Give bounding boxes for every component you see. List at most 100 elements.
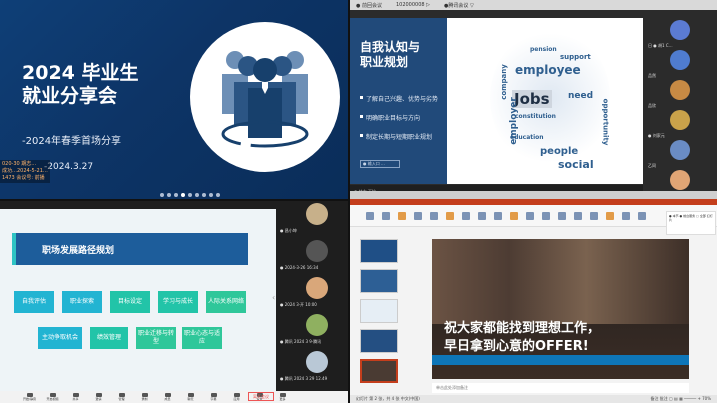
participant-tile[interactable]: ● 腾讯 2024 3 9·腾讯 <box>278 312 348 350</box>
caption-stripe <box>432 355 689 365</box>
control-label: 共享 <box>72 397 79 401</box>
participant-name: ● 2024-3-26 16:34 <box>280 265 319 270</box>
side-panel[interactable]: ● 本节 ● 前台服务 ▢ 全部 幻灯片 <box>666 211 716 235</box>
collapse-chevron-icon[interactable]: ‹ <box>272 293 275 302</box>
ribbon-button[interactable] <box>478 212 486 220</box>
career-step: 人际关系网络 <box>206 291 246 313</box>
avatar <box>306 314 328 336</box>
control-button[interactable]: 管理 <box>110 393 133 401</box>
avatar <box>670 50 690 70</box>
slide-thumbnail[interactable] <box>360 299 398 323</box>
ribbon-button[interactable] <box>366 212 374 220</box>
ribbon-button[interactable] <box>398 212 406 220</box>
slide-thumbnail[interactable] <box>360 239 398 263</box>
slide-left-panel: 自我认知与 职业规划 了解自己兴趣、优势与劣势 明确职业目标与方向 制定长期与短… <box>350 18 447 184</box>
cloud-word: support <box>560 53 591 61</box>
control-button[interactable]: 开始/静音 <box>18 393 41 401</box>
control-button[interactable]: 成员 <box>156 393 179 401</box>
ribbon-button[interactable] <box>590 212 598 220</box>
control-label: 应用 <box>233 397 240 401</box>
ribbon-button[interactable] <box>526 212 534 220</box>
leave-meeting-button[interactable]: 离开会议 <box>248 392 274 401</box>
ribbon-button[interactable] <box>446 212 454 220</box>
participant-tile[interactable]: 品欣 <box>646 78 717 111</box>
participant-gallery: ● 昌小坤 ● 2024-3-26 16:34 ● 2024 3·开 10:00 ● … <box>278 201 348 391</box>
control-button[interactable]: 邀请 <box>87 393 110 401</box>
bullet-item: 制定长期与短期职业规划 <box>360 132 438 141</box>
control-button[interactable]: 共享 <box>64 393 87 401</box>
system-bar <box>350 191 717 199</box>
ribbon-button[interactable] <box>542 212 550 220</box>
participant-name: ● 腾讯 2024 3 9·腾讯 <box>280 339 322 344</box>
avatar <box>670 80 690 100</box>
participant-name: ● 腾讯 2024 3 29 12.49 <box>280 376 328 381</box>
cloud-word: employee <box>515 63 581 77</box>
control-button[interactable]: 开启视频 <box>41 393 64 401</box>
slide-thumbnails <box>356 235 400 395</box>
cloud-word: opportunity <box>601 98 610 146</box>
slide-heading: 自我认知与 职业规划 <box>360 40 421 69</box>
ribbon-button[interactable] <box>606 212 614 220</box>
group-photo <box>432 239 689 324</box>
avatar <box>670 140 690 160</box>
participant-tile[interactable]: ● 2024-3-26 16:34 <box>278 238 348 276</box>
ribbon-button[interactable] <box>430 212 438 220</box>
status-left: 幻灯片 第 2 张，共 4 张 中文(中国) <box>356 396 420 401</box>
cloud-word: constitution <box>515 113 556 120</box>
slide-thumbnail[interactable] <box>360 329 398 353</box>
ribbon-button[interactable] <box>494 212 502 220</box>
participant-tile[interactable]: 日 ● 胡1 C… <box>646 18 717 51</box>
avatar <box>306 203 328 225</box>
slide-subtitle: -2024年春季首场分享 <box>22 136 122 147</box>
avatar <box>306 351 328 373</box>
control-label: 更多 <box>279 397 286 401</box>
control-button[interactable]: 聊天 <box>179 393 202 401</box>
slide-thumbnail-selected[interactable] <box>360 359 398 383</box>
control-button[interactable]: 录制 <box>133 393 156 401</box>
cloud-word: social <box>558 158 594 171</box>
control-label: 管理 <box>118 397 125 401</box>
participant-tile[interactable]: ● 2024 3·开 10:00 <box>278 275 348 313</box>
toolbar-item[interactable]: ● 前回会议 <box>356 2 382 9</box>
ribbon-button[interactable] <box>638 212 646 220</box>
title-slide-panel: 2024 毕业生 就业分享会 -2024年春季首场分享 -2024.3.27 0… <box>0 0 348 199</box>
ribbon-button[interactable] <box>558 212 566 220</box>
cloud-word: people <box>540 146 579 157</box>
cloud-word: need <box>568 91 594 101</box>
control-button[interactable]: 更多 <box>271 393 294 401</box>
control-label: 字幕 <box>210 397 217 401</box>
participant-tile[interactable]: ● 昌小坤 <box>278 201 348 239</box>
slide-pagination[interactable] <box>160 193 220 197</box>
cloud-word: pension <box>530 46 557 53</box>
slide-caption-line1: 祝大家都能找到理想工作， <box>444 321 601 336</box>
presentation-editor-panel: ● 本节 ● 前台服务 ▢ 全部 幻灯片 祝大家都能找到理想工作， 早日拿到心意… <box>350 191 717 403</box>
control-button[interactable]: 应用 <box>225 393 248 401</box>
ribbon-button[interactable] <box>382 212 390 220</box>
ribbon-button[interactable] <box>414 212 422 220</box>
slide-thumbnail[interactable] <box>360 269 398 293</box>
participant-tile[interactable]: 品然 <box>646 48 717 81</box>
participant-tile[interactable]: ● 刘家元 <box>646 108 717 141</box>
slide-canvas[interactable]: 祝大家都能找到理想工作， 早日拿到心意的OFFER! <box>432 239 689 379</box>
ribbon-button[interactable] <box>574 212 582 220</box>
participant-tile[interactable]: ● 腾讯 2024 3 29 12.49 <box>278 349 348 387</box>
career-step: 职业心态与适应 <box>182 327 222 349</box>
toolbar-item[interactable]: ●腾讯会议 ▽ <box>444 2 474 9</box>
ribbon-button[interactable] <box>462 212 470 220</box>
bullet-list: 了解自己兴趣、优势与劣势 明确职业目标与方向 制定长期与短期职业规划 <box>360 94 438 151</box>
control-button[interactable]: 字幕 <box>202 393 225 401</box>
avatar <box>670 20 690 40</box>
participant-tile[interactable]: 乙同 <box>646 138 717 171</box>
control-label: 开始/静音 <box>22 397 36 401</box>
chat-overlay: 020-30 期志… 成功…2024-5-21… 1473 会议号: 前播 <box>0 160 50 183</box>
toolbar-item[interactable]: 102000008 ▷ <box>396 2 430 8</box>
status-right[interactable]: 备注 批注 ▢ ▤ ▦ ───── + 70% <box>650 396 711 402</box>
ribbon-button[interactable] <box>510 212 518 220</box>
slide-date: -2024.3.27 <box>44 162 94 172</box>
ribbon-button[interactable] <box>622 212 630 220</box>
bullet-item: 了解自己兴趣、优势与劣势 <box>360 94 438 103</box>
chat-input[interactable]: ● 输入口 ... <box>360 160 400 168</box>
status-bar: 幻灯片 第 2 张，共 4 张 中文(中国) 备注 批注 ▢ ▤ ▦ ─────… <box>350 395 717 403</box>
participant-gallery: 日 ● 胡1 C…品然品欣● 刘家元乙同日 ● 林志斌 <box>646 18 717 199</box>
notes-field[interactable]: 单击此处添加备注 <box>432 383 689 393</box>
